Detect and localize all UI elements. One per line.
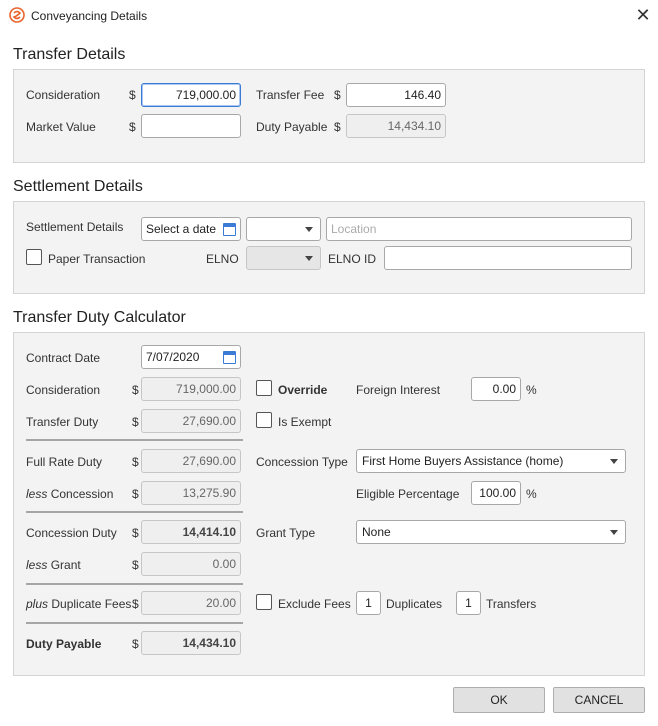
transfer-details-heading: Transfer Details (13, 46, 126, 63)
settlement-date-text: Select a date (146, 222, 217, 236)
divider (26, 583, 243, 585)
eligible-percentage-input[interactable]: 100.00 (471, 481, 521, 505)
grant-type-dropdown[interactable]: None (356, 520, 626, 544)
transfer-duty-label: Transfer Duty (26, 415, 99, 429)
exclude-fees-label: Exclude Fees (278, 597, 351, 611)
calc-consideration-label: Consideration (26, 383, 101, 397)
currency-symbol: $ (132, 637, 139, 651)
less-word: less (26, 487, 48, 501)
percent-sign: % (526, 487, 537, 501)
elno-label: ELNO (206, 252, 239, 266)
chevron-down-icon (610, 459, 618, 464)
chevron-down-icon (305, 227, 313, 232)
calendar-icon[interactable] (223, 351, 236, 364)
foreign-interest-input[interactable]: 0.00 (471, 377, 521, 401)
currency-symbol: $ (129, 120, 136, 134)
duplicate-fees-field: 20.00 (141, 591, 241, 615)
currency-symbol: $ (334, 120, 341, 134)
full-rate-duty-field: 27,690.00 (141, 449, 241, 473)
duplicates-label: Duplicates (386, 597, 443, 611)
currency-symbol: $ (132, 487, 139, 501)
transfer-details-panel (13, 69, 645, 163)
transfers-count-input[interactable]: 1 (456, 591, 481, 615)
concession-field: 13,275.90 (141, 481, 241, 505)
currency-symbol: $ (129, 88, 136, 102)
currency-symbol: $ (132, 415, 139, 429)
grant-type-label: Grant Type (256, 526, 316, 540)
is-exempt-label: Is Exempt (278, 415, 332, 429)
concession-type-label: Concession Type (256, 455, 348, 469)
cancel-button[interactable]: CANCEL (553, 687, 645, 713)
calc-consideration-field: 719,000.00 (141, 377, 241, 401)
currency-symbol: $ (132, 558, 139, 572)
contract-date-picker[interactable]: 7/07/2020 (141, 345, 241, 369)
duplicate-fees-label: Duplicate Fees (51, 597, 132, 611)
paper-transaction-label: Paper Transaction (48, 252, 146, 266)
grant-type-value: None (362, 525, 391, 539)
calculator-heading: Transfer Duty Calculator (13, 309, 186, 326)
calculator-panel (13, 332, 645, 676)
transfer-duty-field: 27,690.00 (141, 409, 241, 433)
grant-field: 0.00 (141, 552, 241, 576)
divider (26, 511, 243, 513)
elno-dropdown[interactable] (246, 246, 321, 270)
full-rate-duty-label: Full Rate Duty (26, 455, 103, 469)
settlement-time-dropdown[interactable] (246, 217, 321, 241)
less-grant-label: less Grant (26, 558, 81, 572)
window-title: Conveyancing Details (31, 9, 148, 23)
market-value-label: Market Value (26, 120, 96, 134)
plus-duplicate-fees-label: plus Duplicate Fees (26, 597, 131, 611)
eligible-percentage-label: Eligible Percentage (356, 487, 460, 501)
foreign-interest-label: Foreign Interest (356, 383, 441, 397)
contract-date-label: Contract Date (26, 351, 101, 365)
elno-id-label: ELNO ID (328, 252, 377, 266)
percent-sign: % (526, 383, 537, 397)
duplicates-count-input[interactable]: 1 (356, 591, 381, 615)
concession-type-dropdown[interactable]: First Home Buyers Assistance (home) (356, 449, 626, 473)
close-icon[interactable]: ✕ (634, 6, 652, 24)
calc-duty-payable-label: Duty Payable (26, 637, 102, 651)
chevron-down-icon (610, 530, 618, 535)
location-input[interactable]: Location (326, 217, 632, 241)
less-concession-label: less Concession (26, 487, 113, 501)
transfer-fee-label: Transfer Fee (256, 88, 325, 102)
divider (26, 622, 243, 624)
paper-transaction-checkbox[interactable] (26, 249, 42, 265)
exclude-fees-checkbox[interactable] (256, 594, 272, 610)
duty-payable-field: 14,434.10 (346, 114, 446, 138)
consideration-input[interactable]: 719,000.00 (141, 83, 241, 107)
currency-symbol: $ (132, 526, 139, 540)
plus-word: plus (26, 597, 49, 611)
is-exempt-checkbox[interactable] (256, 412, 272, 428)
concession-type-value: First Home Buyers Assistance (home) (362, 454, 564, 468)
transfers-label: Transfers (486, 597, 537, 611)
calendar-icon[interactable] (223, 223, 236, 236)
chevron-down-icon (305, 256, 313, 261)
settlement-date-picker[interactable]: Select a date (141, 217, 241, 241)
currency-symbol: $ (132, 383, 139, 397)
grant-label: Grant (50, 558, 81, 572)
concession-label: Concession (50, 487, 114, 501)
duty-payable-label: Duty Payable (256, 120, 328, 134)
market-value-input[interactable] (141, 114, 241, 138)
settlement-details-label: Settlement Details (26, 220, 124, 234)
calc-duty-payable-field: 14,434.10 (141, 631, 241, 655)
consideration-label: Consideration (26, 88, 101, 102)
ok-button[interactable]: OK (453, 687, 545, 713)
less-word: less (26, 558, 48, 572)
elno-id-input[interactable] (384, 246, 632, 270)
divider (26, 439, 243, 441)
currency-symbol: $ (334, 88, 341, 102)
currency-symbol: $ (132, 455, 139, 469)
override-label: Override (278, 383, 328, 397)
override-checkbox[interactable] (256, 380, 272, 396)
contract-date-value: 7/07/2020 (146, 350, 200, 364)
transfer-fee-input[interactable]: 146.40 (346, 83, 446, 107)
concession-duty-label: Concession Duty (26, 526, 117, 540)
currency-symbol: $ (132, 597, 139, 611)
concession-duty-field: 14,414.10 (141, 520, 241, 544)
settlement-details-heading: Settlement Details (13, 178, 143, 195)
app-logo-icon (9, 7, 25, 23)
